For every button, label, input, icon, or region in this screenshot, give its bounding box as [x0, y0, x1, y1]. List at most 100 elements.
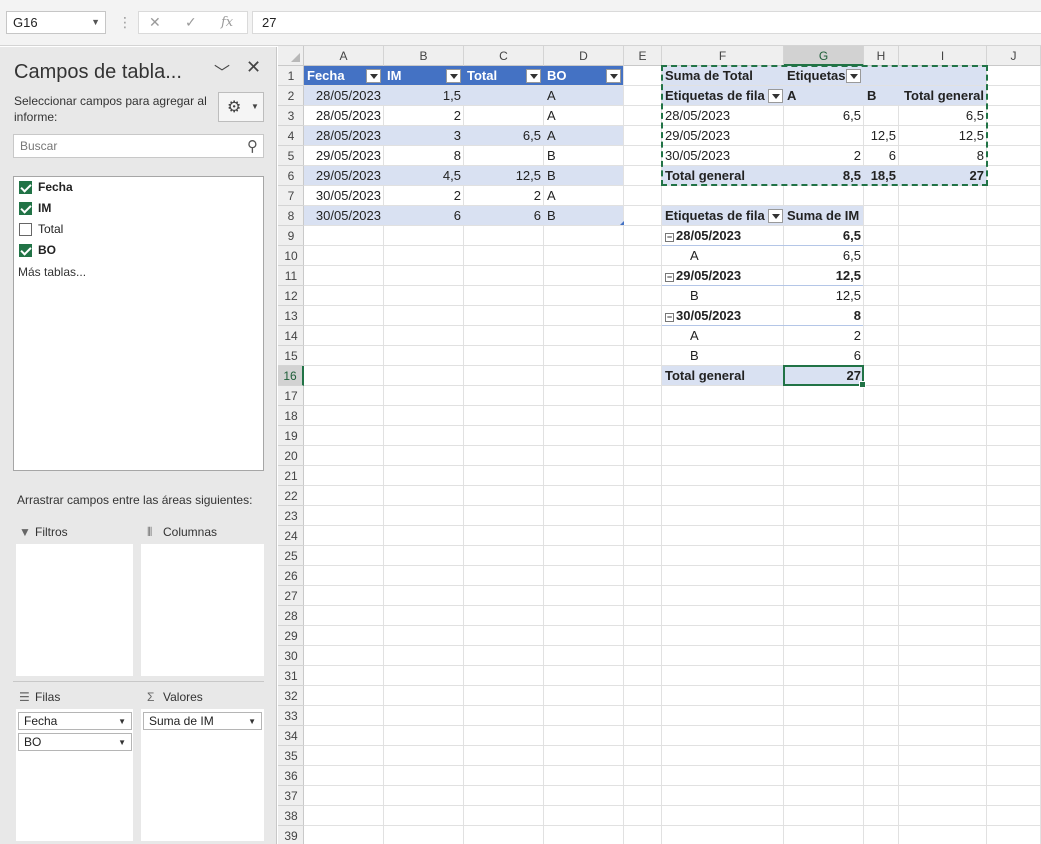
pivot2-item-label[interactable]: B — [662, 286, 784, 306]
row-header-34[interactable]: 34 — [278, 726, 304, 746]
row-header-22[interactable]: 22 — [278, 486, 304, 506]
column-header-a[interactable]: A — [304, 46, 384, 66]
table-cell[interactable] — [464, 106, 544, 126]
pivot2-value-cell[interactable]: 6 — [784, 346, 864, 366]
search-input[interactable]: Buscar ⚲ — [13, 134, 264, 158]
table-cell[interactable] — [464, 146, 544, 166]
pivot2-item-label[interactable]: A — [662, 246, 784, 266]
checkbox[interactable] — [19, 202, 32, 215]
row-header-1[interactable]: 1 — [278, 66, 304, 86]
checkbox[interactable] — [19, 223, 32, 236]
pivot2-value-cell[interactable]: 2 — [784, 326, 864, 346]
search-icon[interactable]: ⚲ — [247, 137, 258, 155]
row-header-12[interactable]: 12 — [278, 286, 304, 306]
table-cell[interactable]: B — [544, 166, 624, 186]
select-all-corner[interactable] — [278, 46, 304, 66]
row-header-28[interactable]: 28 — [278, 606, 304, 626]
enter-check-icon[interactable]: ✓ — [185, 14, 197, 31]
value-field-pill-suma-im[interactable]: Suma de IM ▼ — [143, 712, 262, 730]
table-cell[interactable]: B — [544, 206, 624, 226]
row-header-35[interactable]: 35 — [278, 746, 304, 766]
row-header-5[interactable]: 5 — [278, 146, 304, 166]
row-header-16[interactable]: 16 — [278, 366, 304, 386]
row-header-9[interactable]: 9 — [278, 226, 304, 246]
column-header-b[interactable]: B — [384, 46, 464, 66]
table-cell[interactable]: 29/05/2023 — [304, 146, 384, 166]
table-cell[interactable]: 2 — [464, 186, 544, 206]
table-cell[interactable]: 28/05/2023 — [304, 126, 384, 146]
row-field-pill-fecha[interactable]: Fecha ▼ — [18, 712, 132, 730]
row-header-39[interactable]: 39 — [278, 826, 304, 844]
row-header-18[interactable]: 18 — [278, 406, 304, 426]
checkbox[interactable] — [19, 181, 32, 194]
pivot2-value-cell[interactable]: 12,5 — [784, 266, 864, 286]
table-cell[interactable]: A — [544, 186, 624, 206]
table-cell[interactable]: 30/05/2023 — [304, 206, 384, 226]
table-cell[interactable]: 6 — [384, 206, 464, 226]
chevron-down-icon[interactable]: ﹀ — [214, 59, 230, 83]
table-cell[interactable]: A — [544, 86, 624, 106]
row-header-15[interactable]: 15 — [278, 346, 304, 366]
table-cell[interactable]: A — [544, 106, 624, 126]
chevron-down-icon[interactable]: ▼ — [118, 717, 126, 726]
table-cell[interactable]: 28/05/2023 — [304, 106, 384, 126]
filters-drop-area[interactable] — [16, 544, 133, 676]
tools-button[interactable]: ⚙ ▼ — [218, 92, 264, 122]
row-header-36[interactable]: 36 — [278, 766, 304, 786]
row-header-3[interactable]: 3 — [278, 106, 304, 126]
table-cell[interactable]: B — [544, 146, 624, 166]
name-box[interactable]: G16 ▼ — [6, 11, 106, 34]
table-cell[interactable]: 4,5 — [384, 166, 464, 186]
filter-dropdown-icon[interactable] — [526, 69, 541, 83]
table-cell[interactable]: 29/05/2023 — [304, 166, 384, 186]
table-cell[interactable]: 1,5 — [384, 86, 464, 106]
row-header-7[interactable]: 7 — [278, 186, 304, 206]
table-cell[interactable]: 6 — [464, 206, 544, 226]
table-cell[interactable]: 8 — [384, 146, 464, 166]
pivot2-total-label[interactable]: Total general — [662, 366, 784, 386]
row-header-32[interactable]: 32 — [278, 686, 304, 706]
row-header-27[interactable]: 27 — [278, 586, 304, 606]
more-tables-link[interactable]: Más tablas... — [18, 265, 86, 279]
pivot2-item-label[interactable]: B — [662, 346, 784, 366]
cancel-icon[interactable]: ✕ — [149, 14, 161, 31]
row-header-14[interactable]: 14 — [278, 326, 304, 346]
table-cell[interactable]: 2 — [384, 106, 464, 126]
checkbox[interactable] — [19, 244, 32, 257]
table-cell[interactable]: 3 — [384, 126, 464, 146]
row-header-38[interactable]: 38 — [278, 806, 304, 826]
active-cell[interactable] — [783, 365, 866, 388]
more-options-icon[interactable]: ⋮ — [118, 14, 132, 31]
row-header-11[interactable]: 11 — [278, 266, 304, 286]
pivot2-item-label[interactable]: A — [662, 326, 784, 346]
table-cell[interactable]: A — [544, 126, 624, 146]
row-header-33[interactable]: 33 — [278, 706, 304, 726]
insert-function-icon[interactable]: fx — [221, 15, 233, 30]
pivot2-group-label[interactable]: −30/05/2023 — [662, 306, 784, 326]
filter-dropdown-icon[interactable] — [606, 69, 621, 83]
pivot2-group-label[interactable]: −28/05/2023 — [662, 226, 784, 246]
pivot2-value-cell[interactable]: 6,5 — [784, 226, 864, 246]
pivot2-value-title[interactable]: Suma de IM — [784, 206, 864, 226]
row-header-31[interactable]: 31 — [278, 666, 304, 686]
row-header-21[interactable]: 21 — [278, 466, 304, 486]
formula-input[interactable]: 27 — [252, 11, 1041, 34]
cell-area[interactable]: Fecha IM Total BO 28/05/2023 1,5 A 28/05/2023 2 A… — [304, 65, 1041, 844]
collapse-icon[interactable]: − — [665, 273, 674, 282]
row-header-30[interactable]: 30 — [278, 646, 304, 666]
columns-drop-area[interactable] — [141, 544, 264, 676]
worksheet-grid[interactable]: ABCDEFGHIJ 1 2 3 4 5 6 7 8 9 10 11 12 13 14 15 16 17 18 19… — [278, 46, 1041, 844]
filter-dropdown-icon[interactable] — [366, 69, 381, 83]
filter-dropdown-icon[interactable] — [768, 209, 783, 223]
row-header-6[interactable]: 6 — [278, 166, 304, 186]
table-resize-handle[interactable] — [620, 221, 624, 225]
column-header-j[interactable]: J — [987, 46, 1041, 66]
table-cell[interactable]: 28/05/2023 — [304, 86, 384, 106]
table-cell[interactable]: 30/05/2023 — [304, 186, 384, 206]
column-header-g[interactable]: G — [784, 46, 864, 66]
values-drop-area[interactable]: Suma de IM ▼ — [141, 709, 264, 841]
chevron-down-icon[interactable]: ▼ — [118, 738, 126, 747]
pivot2-value-cell[interactable]: 8 — [784, 306, 864, 326]
column-header-f[interactable]: F — [662, 46, 784, 66]
chevron-down-icon[interactable]: ▼ — [248, 717, 256, 726]
